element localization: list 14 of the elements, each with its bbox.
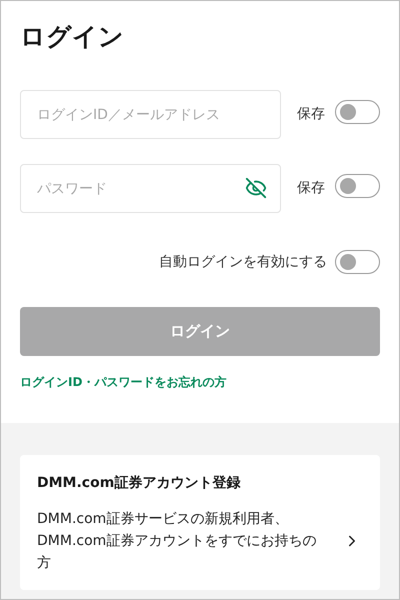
forgot-link[interactable]: ログインID・パスワードをお忘れの方 xyxy=(20,373,226,391)
save-label: 保存 xyxy=(297,105,325,124)
register-card[interactable]: DMM.com証券アカウント登録 DMM.com証券サービスの新規利用者、DMM.com証券アカウントをすでにお持ちの方 xyxy=(20,455,380,590)
save-label: 保存 xyxy=(297,179,325,198)
toggle-switch[interactable] xyxy=(335,174,380,198)
auto-login-label: 自動ログインを有効にする xyxy=(159,252,327,272)
eye-off-icon[interactable] xyxy=(245,177,267,199)
card-title: DMM.com証券アカウント登録 xyxy=(37,474,242,493)
card-description: DMM.com証券サービスの新規利用者、DMM.com証券アカウントをすでにお持ちの方 xyxy=(37,510,317,573)
toggle-switch[interactable] xyxy=(335,250,380,274)
page-title: ログイン xyxy=(20,21,124,53)
password-field[interactable]: パスワード xyxy=(20,164,281,213)
toggle-switch[interactable] xyxy=(335,100,380,124)
login-id-field[interactable]: ログインID／メールアドレス xyxy=(20,90,281,139)
